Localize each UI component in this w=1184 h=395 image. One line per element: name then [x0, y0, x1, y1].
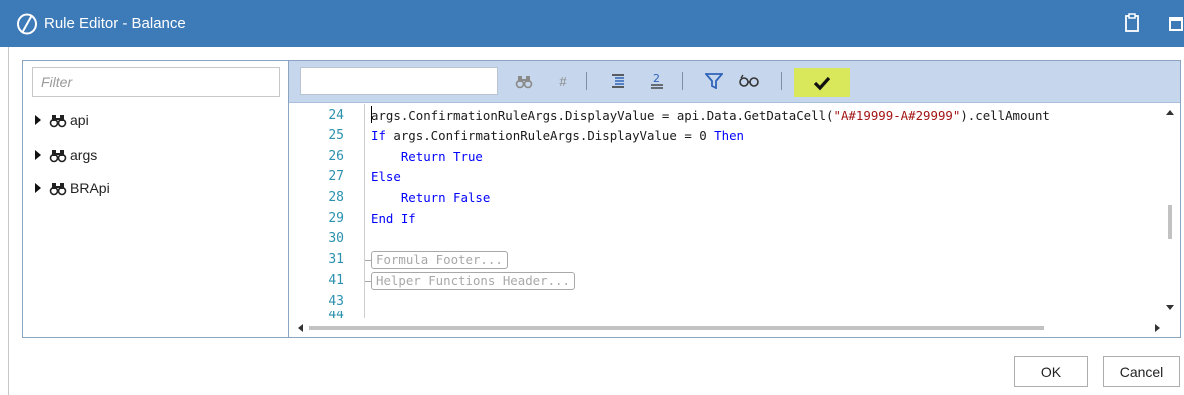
toolbar-separator	[586, 72, 587, 90]
scroll-thumb[interactable]	[309, 326, 1044, 330]
horizontal-scrollbar[interactable]	[289, 318, 1180, 337]
line-number-button[interactable]: 2	[647, 69, 667, 93]
filter-icon	[705, 73, 723, 89]
filter-button[interactable]	[703, 69, 725, 93]
code-line-29[interactable]: End If	[371, 209, 416, 229]
line-number: 30	[328, 231, 344, 246]
find-button[interactable]	[513, 69, 535, 93]
code-text: ).cellAmount	[960, 108, 1050, 123]
ok-button[interactable]: OK	[1014, 356, 1088, 387]
toolbar-separator	[781, 72, 782, 90]
hash-button[interactable]: #	[553, 69, 573, 93]
binoculars-icon	[49, 115, 67, 128]
title-bar: Rule Editor - Balance	[0, 0, 1184, 47]
line-number: 26	[328, 149, 344, 164]
line-number: 24	[328, 108, 344, 123]
filter-input[interactable]	[32, 67, 280, 97]
code-editor-pane: # 2 24 25 26 27 28 29 30 31 41 43 44 arg…	[288, 60, 1181, 338]
compile-check-button[interactable]	[794, 68, 850, 97]
binoculars-icon	[515, 76, 533, 89]
tree-item-brapi[interactable]: BRApi	[33, 177, 110, 199]
expand-arrow-icon[interactable]	[33, 183, 43, 193]
binoculars-icon	[49, 183, 67, 196]
tree-item-label: api	[70, 112, 89, 128]
search-input[interactable]	[300, 67, 498, 95]
code-line-28[interactable]: Return False	[371, 188, 491, 208]
glasses-icon	[739, 74, 759, 87]
maximize-icon[interactable]	[1168, 16, 1184, 32]
code-text: args.ConfirmationRuleArgs.DisplayValue =…	[371, 108, 834, 123]
scroll-thumb[interactable]	[1168, 205, 1172, 239]
code-line-27[interactable]: Else	[371, 167, 401, 187]
window-title: Rule Editor - Balance	[44, 15, 186, 32]
line-number: 41	[328, 273, 344, 288]
fold-helper-functions-header[interactable]: Helper Functions Header...	[371, 272, 575, 290]
cancel-button[interactable]: Cancel	[1103, 356, 1180, 387]
tree-item-label: args	[70, 147, 98, 163]
indent-button[interactable]	[608, 69, 628, 93]
onestream-logo-icon	[17, 13, 37, 35]
line-number-icon: 2	[651, 72, 663, 89]
toolbar-separator	[682, 72, 683, 90]
code-string: "A#19999-A#29999"	[833, 108, 961, 123]
line-number: 43	[328, 294, 344, 309]
gutter-divider	[364, 104, 365, 318]
object-tree-pane: api args BRApi	[22, 60, 289, 338]
code-line-26[interactable]: Return True	[371, 147, 483, 167]
window-left-border	[8, 47, 9, 395]
svg-text:2: 2	[653, 72, 660, 85]
line-number: 27	[328, 169, 344, 184]
code-keyword: Then	[714, 128, 744, 143]
view-button[interactable]	[737, 69, 761, 93]
tree-item-api[interactable]: api	[33, 109, 89, 131]
scroll-left-icon[interactable]	[298, 324, 303, 332]
line-number: 29	[328, 211, 344, 226]
expand-arrow-icon[interactable]	[33, 150, 43, 160]
vertical-scrollbar[interactable]	[1162, 104, 1179, 318]
line-number: 28	[328, 190, 344, 205]
code-line-24[interactable]: args.ConfirmationRuleArgs.DisplayValue =…	[371, 106, 1050, 126]
hash-icon: #	[559, 73, 567, 89]
indent-icon	[612, 74, 624, 88]
clipboard-icon[interactable]	[1123, 13, 1141, 33]
line-number: 31	[328, 252, 344, 267]
scroll-down-icon[interactable]	[1166, 305, 1174, 310]
line-number: 25	[328, 128, 344, 143]
tree-item-label: BRApi	[70, 180, 110, 196]
scroll-right-icon[interactable]	[1155, 324, 1160, 332]
scroll-up-icon[interactable]	[1166, 110, 1174, 115]
binoculars-icon	[49, 150, 67, 163]
code-keyword: If	[371, 128, 386, 143]
tree-item-args[interactable]: args	[33, 144, 97, 166]
editor-toolbar: # 2	[289, 61, 1180, 103]
code-text: args.ConfirmationRuleArgs.DisplayValue =…	[385, 128, 715, 143]
fold-formula-footer[interactable]: Formula Footer...	[371, 251, 508, 269]
expand-arrow-icon[interactable]	[33, 115, 43, 125]
checkmark-icon	[813, 76, 831, 90]
code-line-25[interactable]: If args.ConfirmationRuleArgs.DisplayValu…	[371, 126, 744, 146]
